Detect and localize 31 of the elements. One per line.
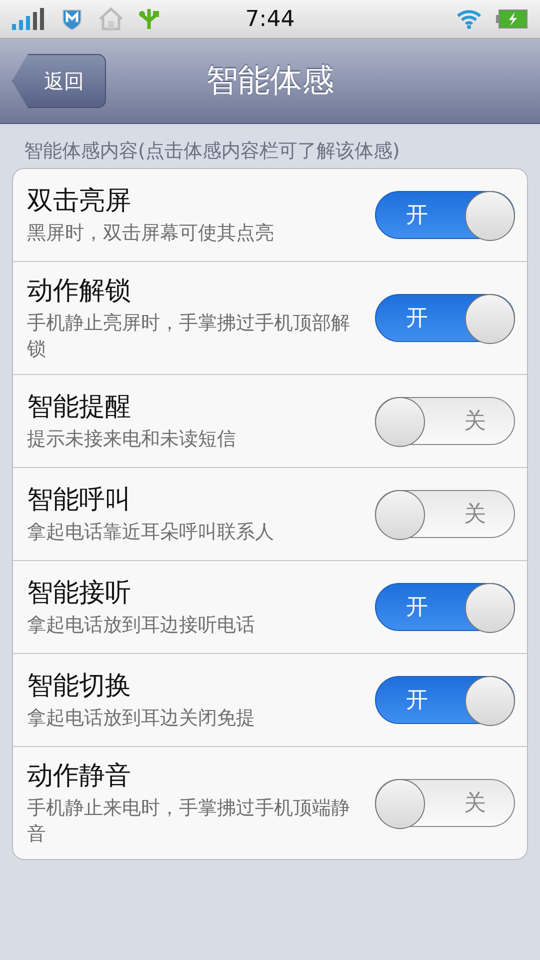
setting-title: 智能切换 bbox=[27, 670, 132, 703]
toggle-switch[interactable]: 开 bbox=[375, 583, 515, 631]
setting-description: 拿起电话放到耳边接听电话 bbox=[27, 613, 256, 638]
setting-title: 双击亮屏 bbox=[27, 185, 132, 218]
status-time: 7:44 bbox=[244, 6, 296, 32]
setting-description: 黑屏时，双击屏幕可使其点亮 bbox=[27, 221, 275, 246]
setting-description: 拿起电话靠近耳朵呼叫联系人 bbox=[27, 520, 275, 545]
page-title: 智能体感 bbox=[205, 60, 335, 101]
section-header: 智能体感内容(点击体感内容栏可了解该体感) bbox=[23, 139, 401, 164]
signal-icon bbox=[12, 8, 46, 30]
wifi-icon bbox=[456, 9, 482, 29]
battery-icon bbox=[496, 9, 528, 29]
setting-description: 手机静止亮屏时，手掌拂过手机顶部解锁 bbox=[27, 311, 351, 362]
usb-icon bbox=[138, 7, 160, 31]
toggle-switch[interactable]: 开 bbox=[375, 191, 515, 239]
setting-title: 智能提醒 bbox=[27, 391, 132, 424]
setting-title: 智能接听 bbox=[27, 577, 132, 610]
setting-title: 动作静音 bbox=[27, 760, 132, 793]
toggle-switch[interactable]: 开 bbox=[375, 294, 515, 342]
setting-description: 拿起电话放到耳边关闭免提 bbox=[27, 706, 256, 731]
setting-description: 提示未接来电和未读短信 bbox=[27, 427, 237, 452]
shield-app-icon bbox=[60, 7, 84, 31]
setting-description: 手机静止来电时，手掌拂过手机顶端静音 bbox=[27, 796, 351, 847]
setting-title: 智能呼叫 bbox=[27, 484, 132, 517]
toggle-switch[interactable]: 关 bbox=[375, 397, 515, 445]
toggle-switch[interactable]: 关 bbox=[375, 779, 515, 827]
toggle-switch[interactable]: 关 bbox=[375, 490, 515, 538]
setting-title: 动作解锁 bbox=[27, 275, 132, 308]
home-icon bbox=[98, 7, 124, 31]
back-button[interactable]: 返回 bbox=[12, 54, 106, 108]
toggle-switch[interactable]: 开 bbox=[375, 676, 515, 724]
